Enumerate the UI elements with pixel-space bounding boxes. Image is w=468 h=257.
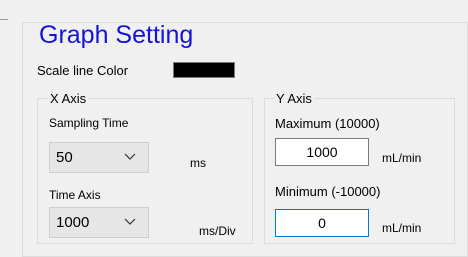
minimum-value: 0 — [318, 215, 326, 231]
maximum-unit: mL/min — [382, 151, 422, 165]
chevron-down-icon — [124, 218, 136, 225]
maximum-label: Maximum (10000) — [275, 116, 380, 131]
maximum-input[interactable]: 1000 — [275, 138, 369, 166]
time-axis-unit: ms/Div — [199, 224, 236, 238]
time-axis-value: 1000 — [56, 214, 90, 231]
scale-line-color-label: Scale line Color — [37, 63, 129, 78]
chevron-down-icon — [124, 153, 136, 160]
minimum-input[interactable]: 0 — [275, 209, 369, 237]
sampling-time-unit: ms — [190, 156, 206, 170]
maximum-value: 1000 — [306, 144, 338, 160]
sampling-time-value: 50 — [56, 149, 73, 166]
graph-setting-title-text: Graph Setting — [39, 21, 194, 49]
y-axis-title: Y Axis — [274, 91, 314, 106]
x-axis-title: X Axis — [48, 91, 89, 106]
sampling-time-dropdown[interactable]: 50 — [49, 142, 149, 173]
minimum-label: Minimum (-10000) — [275, 184, 381, 199]
scale-line-color-swatch[interactable] — [173, 62, 235, 78]
time-axis-label: Time Axis — [49, 188, 101, 202]
time-axis-dropdown[interactable]: 1000 — [49, 207, 149, 238]
left-edge-divider — [0, 19, 8, 20]
graph-setting-title: Graph Setting — [37, 21, 196, 49]
minimum-unit: mL/min — [382, 221, 422, 235]
sampling-time-label: Sampling Time — [49, 116, 129, 130]
